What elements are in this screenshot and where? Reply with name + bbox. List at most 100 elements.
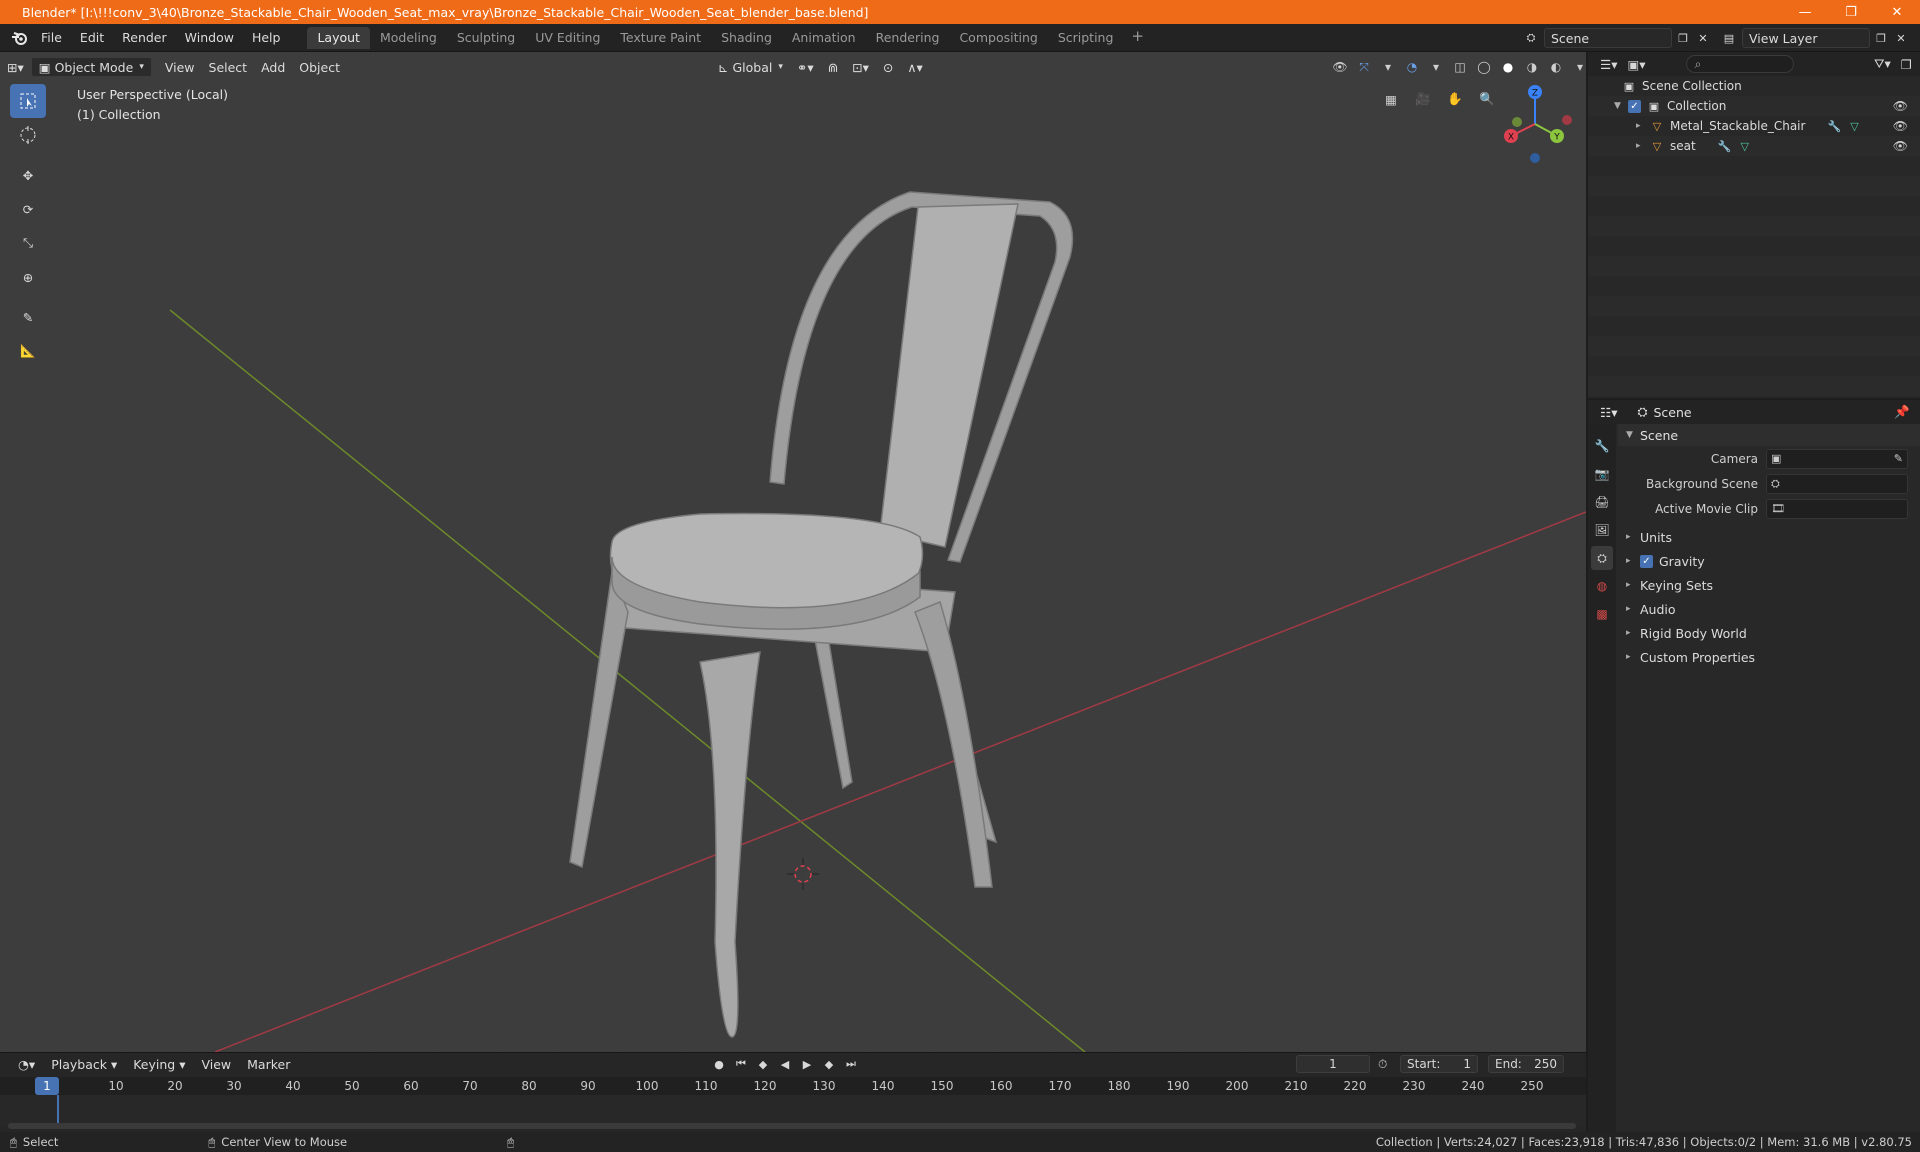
menu-edit[interactable]: Edit [71, 27, 113, 49]
tab-sculpting[interactable]: Sculpting [447, 27, 525, 49]
current-frame-field[interactable]: 1 [1296, 1055, 1370, 1073]
close-button[interactable]: ✕ [1874, 0, 1920, 24]
properties-editor-type-icon[interactable]: ☷▾ [1600, 405, 1617, 420]
pin-icon[interactable]: 📌 [1894, 404, 1910, 420]
wireframe-shading-icon[interactable]: ◯ [1474, 57, 1494, 77]
rendered-shading-icon[interactable]: ◐ [1546, 57, 1566, 77]
timeline-menu-view[interactable]: View [193, 1057, 239, 1072]
end-frame-field[interactable]: End: 250 [1488, 1055, 1564, 1073]
jump-start-icon[interactable]: ⏮ [732, 1055, 750, 1073]
measure-tool-icon[interactable]: 📐 [10, 334, 46, 368]
select-box-tool-icon[interactable] [10, 84, 46, 118]
editor-type-icon[interactable]: ⊞▾ [0, 57, 31, 77]
menu-file[interactable]: File [32, 27, 71, 49]
timeline-menu-playback[interactable]: Playback ▾ [43, 1057, 125, 1072]
timeline-ruler[interactable]: 10 20 30 40 50 60 70 80 90 100 110 120 130 140 150 160 1… [0, 1077, 1586, 1095]
display-mode-icon[interactable]: ▣▾ [1627, 57, 1645, 72]
active-movie-clip-field[interactable]: 🎞 [1766, 498, 1908, 519]
expand-arrow-icon[interactable]: ▼ [1614, 101, 1628, 111]
grid-view-icon[interactable]: ▦ [1378, 86, 1404, 112]
maximize-button[interactable]: ❐ [1828, 0, 1874, 24]
outliner-editor-type-icon[interactable]: ☰▾ [1600, 57, 1617, 72]
tab-layout[interactable]: Layout [307, 26, 370, 49]
viewport-menu-view[interactable]: View [158, 57, 202, 77]
filter-icon[interactable]: ⛛▾ [1874, 56, 1891, 72]
outliner-search-input[interactable]: ⌕ [1685, 55, 1794, 73]
frame-cursor[interactable]: 1 [35, 1077, 59, 1095]
viewport-menu-object[interactable]: Object [292, 57, 347, 77]
scene-panel-header[interactable]: ▼ Scene [1618, 424, 1920, 446]
proportional-editing-icon[interactable]: ⊙ [876, 57, 900, 77]
collection-checkbox[interactable]: ✓ [1628, 99, 1641, 113]
timeline-menu-keying[interactable]: Keying ▾ [125, 1057, 193, 1072]
timeline-scrollbar[interactable] [8, 1123, 1576, 1129]
chevron-down-icon[interactable]: ▾ [1570, 57, 1586, 77]
tab-texture-paint[interactable]: Texture Paint [610, 27, 711, 49]
play-reverse-icon[interactable]: ◀ [776, 1055, 794, 1073]
background-scene-field[interactable]: ⛭ [1766, 473, 1908, 494]
tab-shading[interactable]: Shading [711, 27, 782, 49]
annotate-tool-icon[interactable]: ✎ [10, 300, 46, 334]
tab-modeling[interactable]: Modeling [370, 27, 447, 49]
snap-icon[interactable]: ⋒ [821, 57, 845, 77]
eyedropper-icon[interactable]: ✎ [1894, 452, 1903, 465]
pan-hand-icon[interactable]: ✋ [1442, 86, 1468, 112]
eye-icon[interactable]: 👁 [1893, 139, 1908, 153]
remove-view-layer-icon[interactable]: ✕ [1894, 31, 1908, 45]
mesh-data-icon[interactable]: ▽ [1847, 119, 1861, 133]
tool-settings-tab-icon[interactable]: 🔧 [1591, 434, 1613, 458]
timeline-menu-marker[interactable]: Marker [239, 1057, 298, 1072]
gravity-panel[interactable]: ▸ ✓ Gravity [1618, 549, 1920, 573]
render-tab-icon[interactable]: 📷 [1591, 462, 1613, 486]
tab-compositing[interactable]: Compositing [949, 27, 1047, 49]
add-workspace-icon[interactable]: + [1123, 27, 1152, 49]
scene-name-field[interactable]: Scene [1544, 28, 1672, 48]
menu-window[interactable]: Window [176, 27, 243, 49]
keying-sets-panel[interactable]: ▸ Keying Sets [1618, 573, 1920, 597]
next-keyframe-icon[interactable]: ◆ [820, 1055, 838, 1073]
navigation-gizmo[interactable]: Z X Y [1495, 84, 1575, 164]
blender-logo-icon[interactable] [6, 28, 32, 48]
pivot-point-icon[interactable]: ⚭▾ [790, 57, 821, 77]
viewport-menu-add[interactable]: Add [254, 57, 292, 77]
modifier-wrench-icon[interactable]: 🔧 [1827, 119, 1842, 133]
cursor-tool-icon[interactable] [10, 118, 46, 152]
copy-scene-icon[interactable]: ❐ [1676, 31, 1690, 45]
snap-target-icon[interactable]: ⊡▾ [845, 57, 876, 77]
camera-field[interactable]: ▣ ✎ [1766, 448, 1908, 469]
record-icon[interactable]: ● [710, 1055, 728, 1073]
outliner-row-collection[interactable]: ▼ ✓ ▣ Collection 👁 [1588, 96, 1920, 116]
remove-scene-icon[interactable]: ✕ [1696, 31, 1710, 45]
eye-icon[interactable]: 👁 [1893, 119, 1908, 133]
chevron-down-icon[interactable]: ▾ [1378, 57, 1398, 77]
solid-shading-icon[interactable]: ● [1498, 57, 1518, 77]
tab-scripting[interactable]: Scripting [1048, 27, 1124, 49]
clock-icon[interactable]: ⏱ [1378, 1057, 1387, 1072]
texture-tab-icon[interactable]: ▩ [1591, 602, 1613, 626]
tab-uv-editing[interactable]: UV Editing [525, 27, 610, 49]
view-layer-tab-icon[interactable]: 🖼 [1591, 518, 1613, 542]
custom-properties-panel[interactable]: ▸ Custom Properties [1618, 645, 1920, 669]
3d-viewport[interactable]: ⊞▾ ▣ Object Mode ▾ View Select Add Objec… [0, 52, 1586, 1052]
jump-end-icon[interactable]: ⏭ [842, 1055, 860, 1073]
overlays-icon[interactable]: ◔ [1402, 57, 1422, 77]
world-tab-icon[interactable]: ◍ [1591, 574, 1613, 598]
scene-selector[interactable]: ⛭ Scene ❐ ✕ [1524, 27, 1716, 49]
menu-render[interactable]: Render [113, 27, 176, 49]
transform-orientation-dropdown[interactable]: ⊾ Global ▾ [711, 57, 790, 77]
move-tool-icon[interactable]: ✥ [10, 158, 46, 192]
units-panel[interactable]: ▸ Units [1618, 525, 1920, 549]
copy-view-layer-icon[interactable]: ❐ [1874, 31, 1888, 45]
material-shading-icon[interactable]: ◑ [1522, 57, 1542, 77]
play-icon[interactable]: ▶ [798, 1055, 816, 1073]
modifier-wrench-icon[interactable]: 🔧 [1718, 139, 1732, 153]
gizmo-toggle-icon[interactable]: ⤧ [1354, 57, 1374, 77]
xray-icon[interactable]: ◫ [1450, 57, 1470, 77]
camera-view-icon[interactable]: 🎥 [1410, 86, 1436, 112]
new-collection-icon[interactable]: ❐ [1901, 57, 1912, 72]
outliner-row-metal-stackable-chair[interactable]: ▸ ▽ Metal_Stackable_Chair 🔧 ▽ 👁 [1588, 116, 1920, 136]
viewport-menu-select[interactable]: Select [202, 57, 255, 77]
outliner-row-seat[interactable]: ▸ ▽ seat 🔧 ▽ 👁 [1588, 136, 1920, 156]
rigid-body-world-panel[interactable]: ▸ Rigid Body World [1618, 621, 1920, 645]
outliner-row-scene-collection[interactable]: ▣ Scene Collection [1588, 76, 1920, 96]
